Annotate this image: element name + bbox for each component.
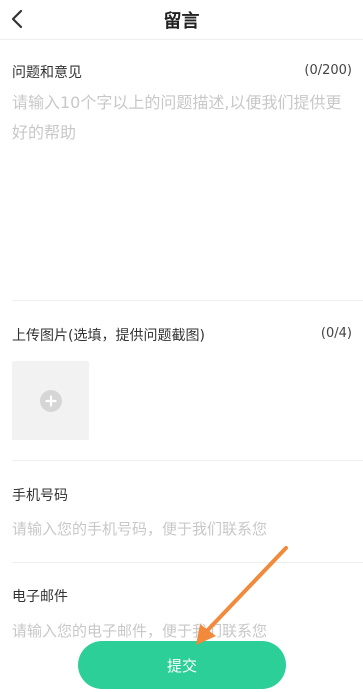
upload-counter: (0/4) [320, 326, 352, 341]
feedback-page: 留言 问题和意见 (0/200) 上传图片(选填，提供问题截图) (0/4) 手… [0, 0, 363, 692]
divider [12, 460, 363, 461]
submit-button[interactable]: 提交 [78, 641, 286, 689]
divider [12, 300, 363, 301]
page-title: 留言 [163, 11, 200, 32]
email-label: 电子邮件 [12, 589, 68, 605]
feedback-textarea[interactable] [12, 88, 354, 268]
divider [12, 562, 363, 563]
navigation-bar: 留言 [0, 0, 363, 40]
feedback-char-counter: (0/200) [304, 63, 352, 78]
phone-label: 手机号码 [12, 488, 68, 504]
plus-circle-icon [39, 389, 62, 412]
phone-input[interactable] [12, 513, 357, 545]
feedback-label: 问题和意见 [12, 65, 82, 81]
add-image-button[interactable] [12, 361, 89, 440]
upload-label: 上传图片(选填，提供问题截图) [12, 328, 205, 344]
